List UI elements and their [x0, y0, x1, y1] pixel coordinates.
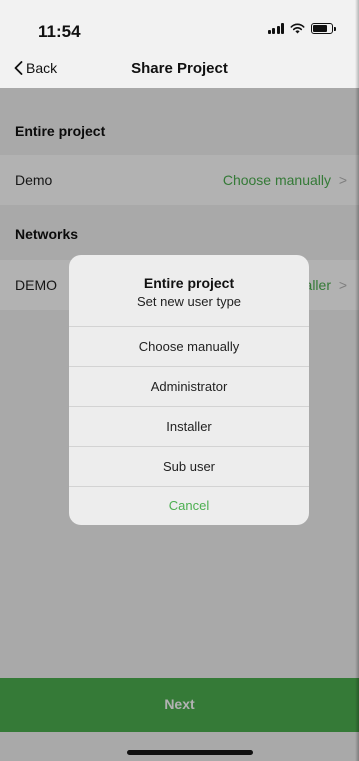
status-time: 11:54 — [38, 22, 81, 41]
cancel-button[interactable]: Cancel — [69, 487, 309, 525]
dialog-header: Entire project Set new user type — [69, 255, 309, 327]
user-type-dialog: Entire project Set new user type Choose … — [69, 255, 309, 525]
option-installer[interactable]: Installer — [69, 407, 309, 447]
battery-icon — [311, 23, 336, 34]
option-choose-manually[interactable]: Choose manually — [69, 327, 309, 367]
phone-screen: 11:54 Back Share Project Entire project — [0, 0, 359, 761]
status-icons — [267, 23, 336, 34]
option-sub-user[interactable]: Sub user — [69, 447, 309, 487]
status-bar: 11:54 — [0, 0, 359, 48]
device-edge-shadow — [355, 0, 359, 761]
cellular-signal-icon — [267, 23, 284, 34]
option-administrator[interactable]: Administrator — [69, 367, 309, 407]
dialog-subtitle: Set new user type — [136, 294, 242, 309]
navigation-bar: Back Share Project — [0, 52, 359, 88]
wifi-icon — [290, 23, 305, 34]
page-title: Share Project — [131, 60, 228, 77]
home-indicator[interactable] — [127, 750, 253, 755]
dialog-title: Entire project — [143, 275, 235, 291]
